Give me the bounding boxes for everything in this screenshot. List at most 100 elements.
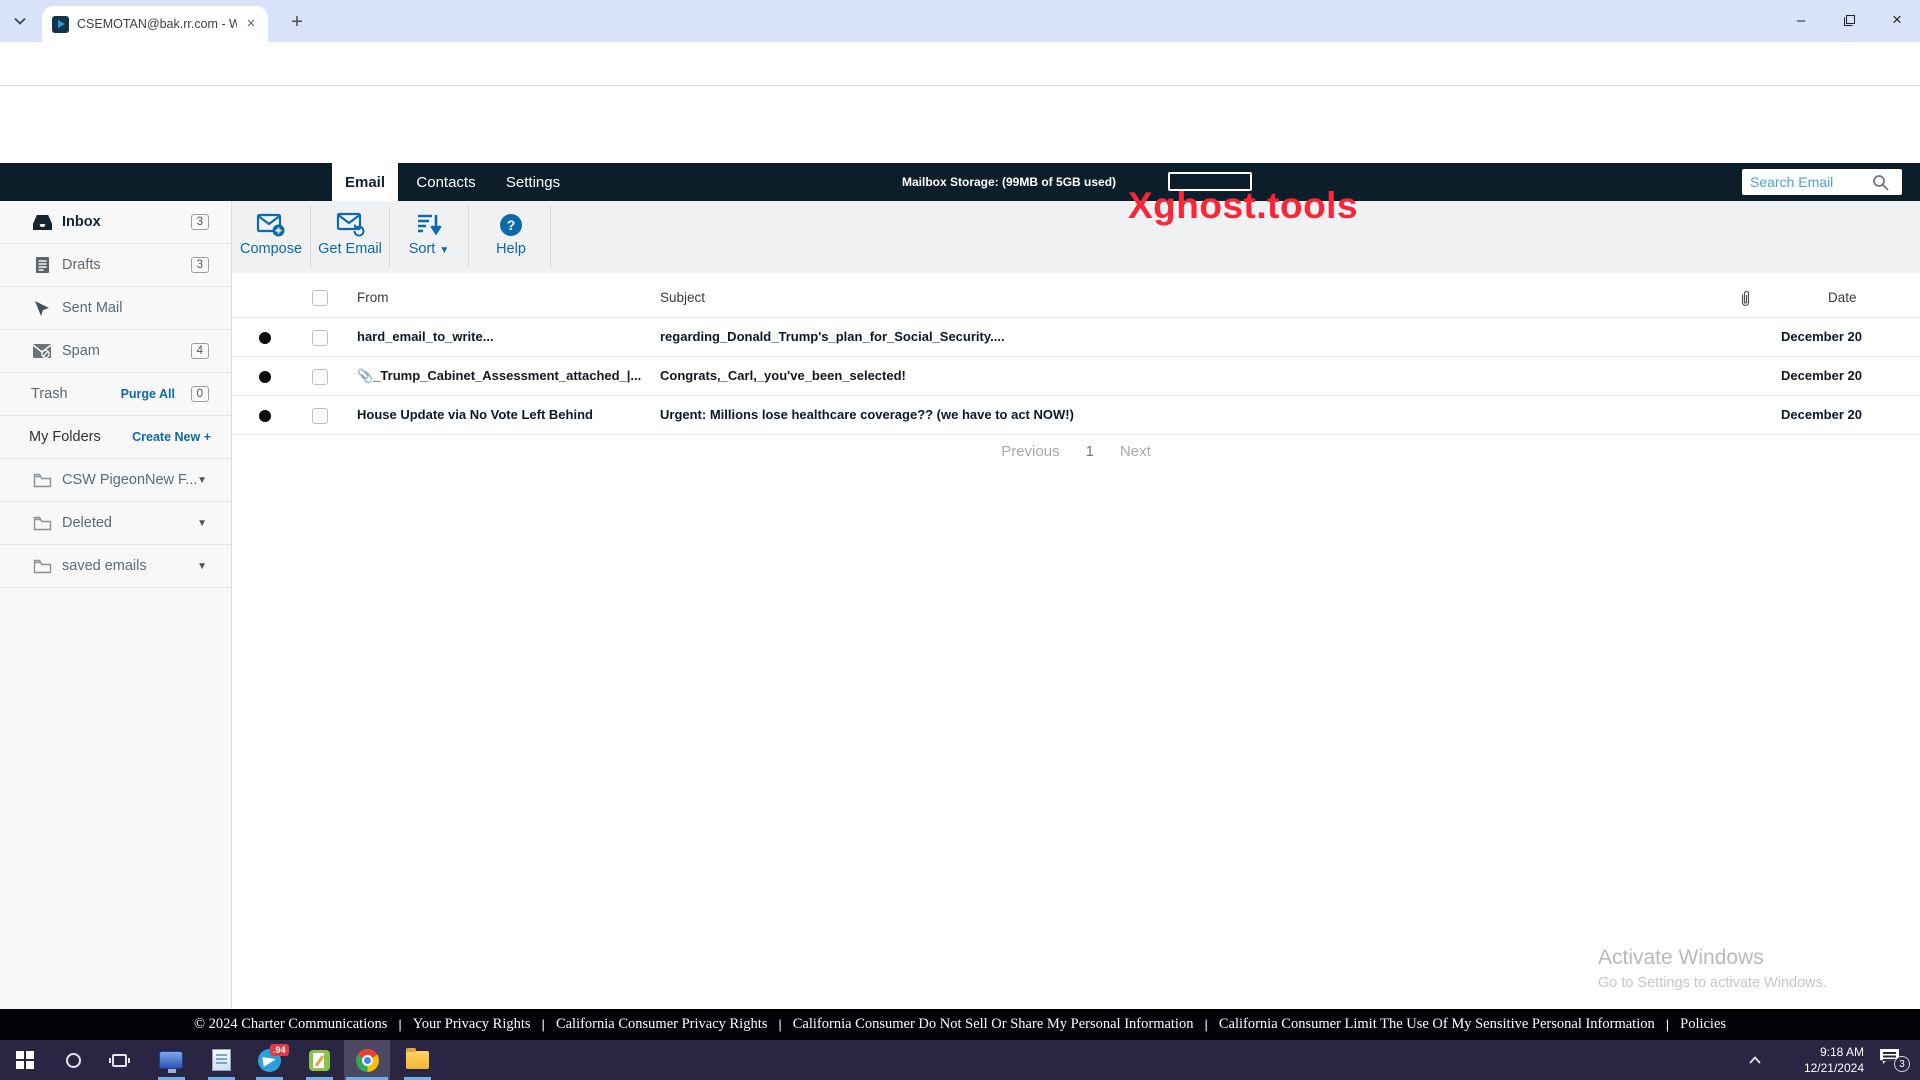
sort-button[interactable]: Sort ▼ — [390, 201, 468, 273]
windows-logo-icon — [16, 1051, 34, 1069]
xghost-watermark: Xghost.tools — [1128, 185, 1358, 227]
get-email-label: Get Email — [318, 241, 382, 257]
email-from: 📎_Trump_Cabinet_Assessment_attached_|... — [357, 368, 647, 384]
email-row[interactable]: House Update via No Vote Left Behind Urg… — [232, 396, 1920, 435]
footer-link-limit-use[interactable]: California Consumer Limit The Use Of My … — [1219, 1016, 1655, 1033]
inbox-icon — [31, 214, 53, 231]
footer-divider: | — [398, 1017, 401, 1032]
row-checkbox[interactable] — [312, 369, 328, 385]
next-page-link[interactable]: Next — [1120, 443, 1151, 460]
email-from: House Update via No Vote Left Behind — [357, 407, 647, 422]
help-button[interactable]: ? Help — [472, 201, 550, 273]
get-email-button[interactable]: Get Email — [311, 201, 389, 273]
chevron-down-icon[interactable]: ▼ — [197, 518, 207, 529]
folder-icon — [31, 559, 53, 574]
row-checkbox[interactable] — [312, 408, 328, 424]
svg-text:?: ? — [507, 217, 516, 233]
window-close-button[interactable]: × — [1874, 0, 1920, 40]
search-email-input[interactable] — [1742, 171, 1870, 193]
task-view-icon — [112, 1054, 127, 1067]
notepad-plus-plus-app[interactable] — [296, 1040, 342, 1080]
mail-toolbar: Compose Get Email Sort ▼ ? Help — [232, 201, 1920, 273]
chrome-app[interactable] — [344, 1040, 390, 1080]
browser-tab[interactable]: CSEMOTAN@bak.rr.com - Webm × — [42, 6, 268, 42]
sidebar-item-sent-mail[interactable]: Sent Mail — [0, 287, 231, 330]
search-icon[interactable] — [1872, 174, 1889, 191]
row-checkbox[interactable] — [312, 330, 328, 346]
folder-item-deleted[interactable]: Deleted ▼ — [0, 502, 231, 545]
taskbar-clock[interactable]: 9:18 AM 12/21/2024 — [1768, 1040, 1864, 1080]
chevron-down-icon[interactable]: ▼ — [197, 475, 207, 486]
select-all-checkbox[interactable] — [312, 290, 328, 306]
file-explorer-icon — [406, 1051, 429, 1069]
inbox-count-badge: 3 — [191, 214, 209, 230]
compose-icon — [256, 211, 286, 239]
window-maximize-button[interactable] — [1826, 0, 1872, 40]
column-from[interactable]: From — [357, 290, 389, 305]
unread-dot — [259, 332, 271, 344]
email-row[interactable]: 📎_Trump_Cabinet_Assessment_attached_|...… — [232, 357, 1920, 396]
sort-icon — [416, 211, 442, 239]
new-tab-button[interactable]: + — [284, 10, 310, 36]
column-subject[interactable]: Subject — [660, 290, 705, 305]
purge-all-link[interactable]: Purge All — [121, 387, 175, 401]
notepad-app[interactable] — [198, 1040, 244, 1080]
sidebar-item-inbox[interactable]: Inbox 3 — [0, 201, 231, 244]
footer-link-ca-privacy[interactable]: California Consumer Privacy Rights — [556, 1016, 767, 1033]
sidebar-label: Trash — [31, 386, 68, 402]
compose-label: Compose — [240, 241, 302, 257]
activate-windows-subtext: Go to Settings to activate Windows. — [1598, 975, 1827, 991]
trash-count-badge: 0 — [191, 386, 209, 402]
tab-contacts[interactable]: Contacts — [408, 163, 484, 201]
folder-item-csw-pigeon[interactable]: CSW PigeonNew F... ▼ — [0, 459, 231, 502]
action-center-button[interactable]: 3 — [1872, 1040, 1916, 1080]
cortana-search-button[interactable] — [50, 1040, 96, 1080]
drafts-count-badge: 3 — [191, 257, 209, 273]
notepad-icon — [212, 1049, 231, 1071]
notepad-plus-plus-icon — [309, 1050, 330, 1071]
column-date[interactable]: Date — [1828, 290, 1857, 305]
file-explorer-app[interactable] — [394, 1040, 440, 1080]
tray-expand-chevron[interactable] — [1740, 1040, 1770, 1080]
compose-button[interactable]: Compose — [232, 201, 310, 273]
sidebar-label: Inbox — [62, 214, 101, 230]
remote-desktop-app[interactable] — [148, 1040, 194, 1080]
create-new-folder-link[interactable]: Create New + — [132, 430, 211, 444]
sidebar-item-drafts[interactable]: Drafts 3 — [0, 244, 231, 287]
mailbox-storage-label: Mailbox Storage: (99MB of 5GB used) — [902, 163, 1116, 201]
help-label: Help — [496, 241, 526, 257]
footer-link-policies[interactable]: Policies — [1680, 1016, 1726, 1033]
chevron-down-icon[interactable]: ▼ — [197, 561, 207, 572]
screen: CSEMOTAN@bak.rr.com - Webm × + – × webma… — [0, 0, 1920, 1080]
footer-divider: | — [1204, 1017, 1207, 1032]
previous-page-link[interactable]: Previous — [1001, 443, 1059, 460]
spam-count-badge: 4 — [191, 343, 209, 359]
tab-search-button[interactable] — [6, 8, 34, 34]
footer-copyright: © 2024 Charter Communications — [194, 1016, 387, 1033]
email-subject: regarding_Donald_Trump's_plan_for_Social… — [660, 329, 1005, 344]
activate-windows-text: Activate Windows — [1598, 946, 1764, 970]
sidebar: Inbox 3 Drafts 3 Sent Mail Spam 4 Trash … — [0, 201, 232, 1009]
email-row[interactable]: hard_email_to_write... regarding_Donald_… — [232, 318, 1920, 357]
tab-settings[interactable]: Settings — [498, 163, 568, 201]
drafts-icon — [31, 256, 53, 274]
sort-label: Sort ▼ — [409, 241, 450, 257]
footer-link-do-not-sell[interactable]: California Consumer Do Not Sell Or Share… — [793, 1016, 1194, 1033]
task-view-button[interactable] — [96, 1040, 142, 1080]
tab-close-icon[interactable]: × — [242, 15, 260, 33]
sent-mail-icon — [31, 299, 53, 317]
page-number[interactable]: 1 — [1086, 443, 1094, 460]
browser-url-bar: webmail.spectrum.net/mail ☆ Verify it's … — [0, 42, 1920, 86]
folder-item-saved-emails[interactable]: saved emails ▼ — [0, 545, 231, 588]
footer-link-privacy[interactable]: Your Privacy Rights — [413, 1016, 531, 1033]
tab-email[interactable]: Email — [332, 163, 398, 201]
sidebar-item-spam[interactable]: Spam 4 — [0, 330, 231, 373]
window-minimize-button[interactable]: – — [1778, 0, 1824, 40]
start-button[interactable] — [2, 1040, 48, 1080]
footer-divider: | — [778, 1017, 781, 1032]
email-date: December 20 — [1781, 368, 1862, 383]
sidebar-item-trash[interactable]: Trash Purge All 0 — [0, 373, 231, 416]
pagination: Previous 1 Next — [232, 443, 1920, 460]
footer-divider: | — [542, 1017, 545, 1032]
telegram-app[interactable]: .94 — [246, 1040, 292, 1080]
